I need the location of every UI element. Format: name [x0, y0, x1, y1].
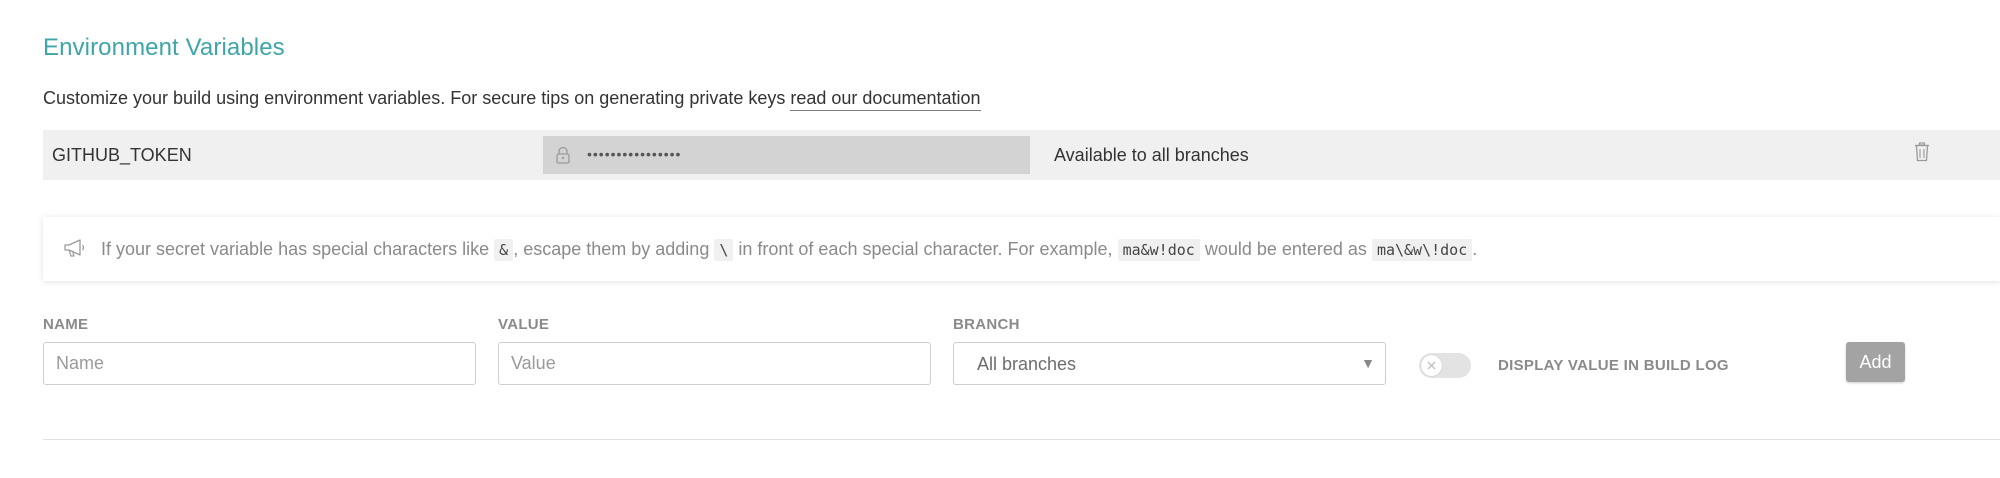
- code-ampersand: &: [494, 239, 514, 261]
- code-example-input: ma&w!doc: [1117, 239, 1200, 261]
- code-backslash: \: [714, 239, 734, 261]
- megaphone-icon: [63, 238, 87, 263]
- branch-label: BRANCH: [953, 316, 1020, 333]
- notice-text: If your secret variable has special char…: [101, 239, 1478, 261]
- env-var-branch: Available to all branches: [1054, 145, 1249, 165]
- notice-text-part: If your secret variable has special char…: [101, 239, 495, 259]
- section-description: Customize your build using environment v…: [43, 88, 981, 111]
- branch-select[interactable]: All branches ▼: [953, 342, 1386, 385]
- description-text: Customize your build using environment v…: [43, 88, 791, 108]
- notice-text-part: in front of each special character. For …: [733, 239, 1118, 259]
- add-button[interactable]: Add: [1846, 342, 1905, 382]
- toggle-knob: [1421, 355, 1442, 376]
- display-value-label: DISPLAY VALUE IN BUILD LOG: [1498, 357, 1729, 374]
- value-input[interactable]: [498, 342, 931, 385]
- env-var-name: GITHUB_TOKEN: [52, 145, 192, 165]
- env-var-row: GITHUB_TOKEN •••••••••••••••• Available …: [43, 130, 2000, 180]
- env-var-masked-value: ••••••••••••••••: [543, 136, 1030, 174]
- chevron-down-icon: ▼: [1361, 355, 1375, 371]
- section-divider: [43, 439, 2000, 440]
- notice-text-part: .: [1472, 239, 1478, 259]
- value-label: VALUE: [498, 316, 550, 333]
- notice-text-part: would be entered as: [1199, 239, 1372, 259]
- display-value-toggle[interactable]: [1419, 353, 1471, 378]
- lock-icon: [556, 146, 570, 169]
- section-title: Environment Variables: [43, 34, 285, 61]
- name-input[interactable]: [43, 342, 476, 385]
- env-vars-section: Environment Variables Customize your bui…: [0, 0, 2000, 478]
- masked-value-text: ••••••••••••••••: [587, 146, 682, 162]
- code-example-escaped: ma\&w\!doc: [1371, 239, 1473, 261]
- documentation-link[interactable]: read our documentation: [790, 88, 981, 111]
- branch-selected-value: All branches: [977, 354, 1077, 374]
- close-icon: [1427, 361, 1436, 370]
- notice-text-part: , escape them by adding: [513, 239, 715, 259]
- name-label: NAME: [43, 316, 89, 333]
- special-characters-notice: If your secret variable has special char…: [43, 217, 2000, 281]
- trash-icon[interactable]: [1914, 142, 1930, 167]
